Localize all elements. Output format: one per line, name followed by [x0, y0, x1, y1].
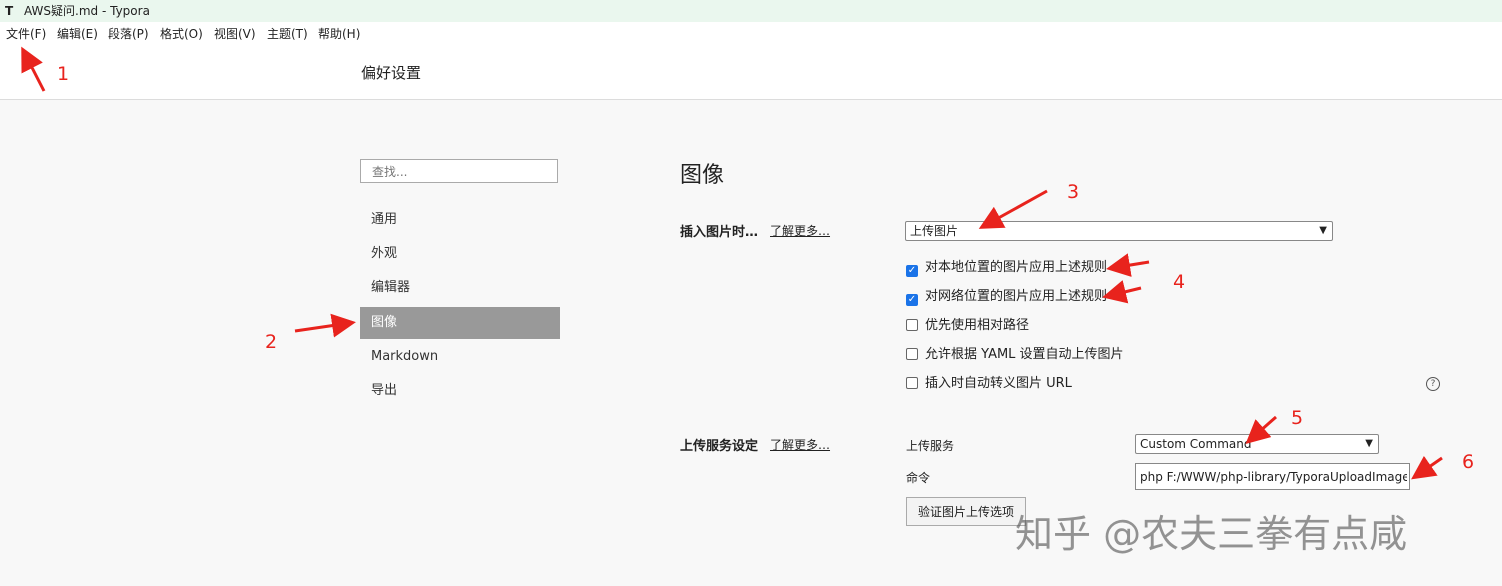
option-label: 优先使用相对路径	[925, 318, 1030, 333]
checkbox-unchecked-icon[interactable]	[906, 377, 918, 389]
command-label: 命令	[906, 471, 931, 485]
menu-view[interactable]: 视图(V)	[214, 22, 256, 46]
option-label: 对本地位置的图片应用上述规则	[925, 260, 1108, 275]
upload-settings-label: 上传服务设定	[680, 439, 759, 454]
insert-learn-more-link[interactable]: 了解更多…	[770, 222, 830, 239]
annotation-arrow-2	[294, 313, 356, 338]
insert-image-label: 插入图片时…	[680, 225, 759, 240]
checkbox-unchecked-icon[interactable]	[906, 348, 918, 360]
menu-theme[interactable]: 主题(T)	[267, 22, 308, 46]
upload-service-label: 上传服务	[906, 439, 955, 453]
nav-item-editor[interactable]: 编辑器	[360, 272, 560, 304]
annotation-number-3: 3	[1067, 181, 1080, 203]
option-network-images[interactable]: ✓ 对网络位置的图片应用上述规则	[906, 289, 1108, 306]
annotation-number-1: 1	[57, 63, 70, 85]
menu-bar: 文件(F) 编辑(E) 段落(P) 格式(O) 视图(V) 主题(T) 帮助(H…	[0, 22, 1502, 46]
chevron-down-icon: ▼	[1319, 225, 1327, 236]
nav-item-general[interactable]: 通用	[360, 204, 560, 236]
annotation-number-6: 6	[1462, 451, 1475, 473]
annotation-number-5: 5	[1291, 407, 1304, 429]
menu-file[interactable]: 文件(F)	[6, 22, 46, 46]
chevron-down-icon: ▼	[1365, 438, 1373, 449]
annotation-arrow-4b	[1102, 280, 1142, 304]
option-escape-url[interactable]: 插入时自动转义图片 URL	[906, 376, 1072, 392]
menu-format[interactable]: 格式(O)	[160, 22, 203, 46]
typora-app-icon: T	[5, 4, 14, 18]
menu-help[interactable]: 帮助(H)	[318, 22, 360, 46]
title-bar: T AWS疑问.md - Typora	[0, 0, 1502, 22]
zhihu-watermark: 知乎 @农夫三拳有点咸	[1015, 512, 1408, 556]
menu-edit[interactable]: 编辑(E)	[57, 22, 98, 46]
section-heading-image: 图像	[680, 163, 725, 188]
window-title: AWS疑问.md - Typora	[24, 4, 150, 18]
option-label: 允许根据 YAML 设置自动上传图片	[925, 347, 1124, 362]
nav-item-appearance[interactable]: 外观	[360, 238, 560, 270]
option-label: 插入时自动转义图片 URL	[925, 376, 1072, 391]
annotation-arrow-4a	[1106, 253, 1150, 277]
verify-upload-button[interactable]: 验证图片上传选项	[906, 497, 1026, 526]
upload-learn-more-link[interactable]: 了解更多…	[770, 436, 830, 453]
checkbox-checked-icon[interactable]: ✓	[906, 265, 918, 277]
preferences-title: 偏好设置	[361, 64, 422, 82]
option-yaml-upload[interactable]: 允许根据 YAML 设置自动上传图片	[906, 347, 1124, 363]
nav-item-markdown[interactable]: Markdown	[360, 341, 560, 373]
upload-service-select[interactable]: Custom Command ▼	[1135, 434, 1379, 454]
annotation-number-2: 2	[265, 331, 278, 353]
insert-image-select[interactable]: 上传图片 ▼	[905, 221, 1333, 241]
upload-service-select-value: Custom Command	[1140, 437, 1252, 451]
option-local-images[interactable]: ✓ 对本地位置的图片应用上述规则	[906, 260, 1108, 277]
insert-image-select-value: 上传图片	[910, 224, 959, 238]
checkbox-checked-icon[interactable]: ✓	[906, 294, 918, 306]
checkbox-unchecked-icon[interactable]	[906, 319, 918, 331]
menu-paragraph[interactable]: 段落(P)	[108, 22, 149, 46]
option-relative-path[interactable]: 优先使用相对路径	[906, 318, 1029, 334]
nav-item-export[interactable]: 导出	[360, 375, 560, 407]
preferences-header: 偏好设置	[0, 46, 1502, 100]
search-box	[360, 159, 558, 183]
nav-item-image[interactable]: 图像	[360, 307, 560, 339]
annotation-arrow-6	[1411, 455, 1443, 480]
option-label: 对网络位置的图片应用上述规则	[925, 289, 1108, 304]
annotation-number-4: 4	[1173, 271, 1186, 293]
question-circle-icon[interactable]: ?	[1426, 377, 1440, 391]
preferences-search-input[interactable]	[370, 161, 554, 183]
command-input[interactable]	[1135, 463, 1410, 490]
